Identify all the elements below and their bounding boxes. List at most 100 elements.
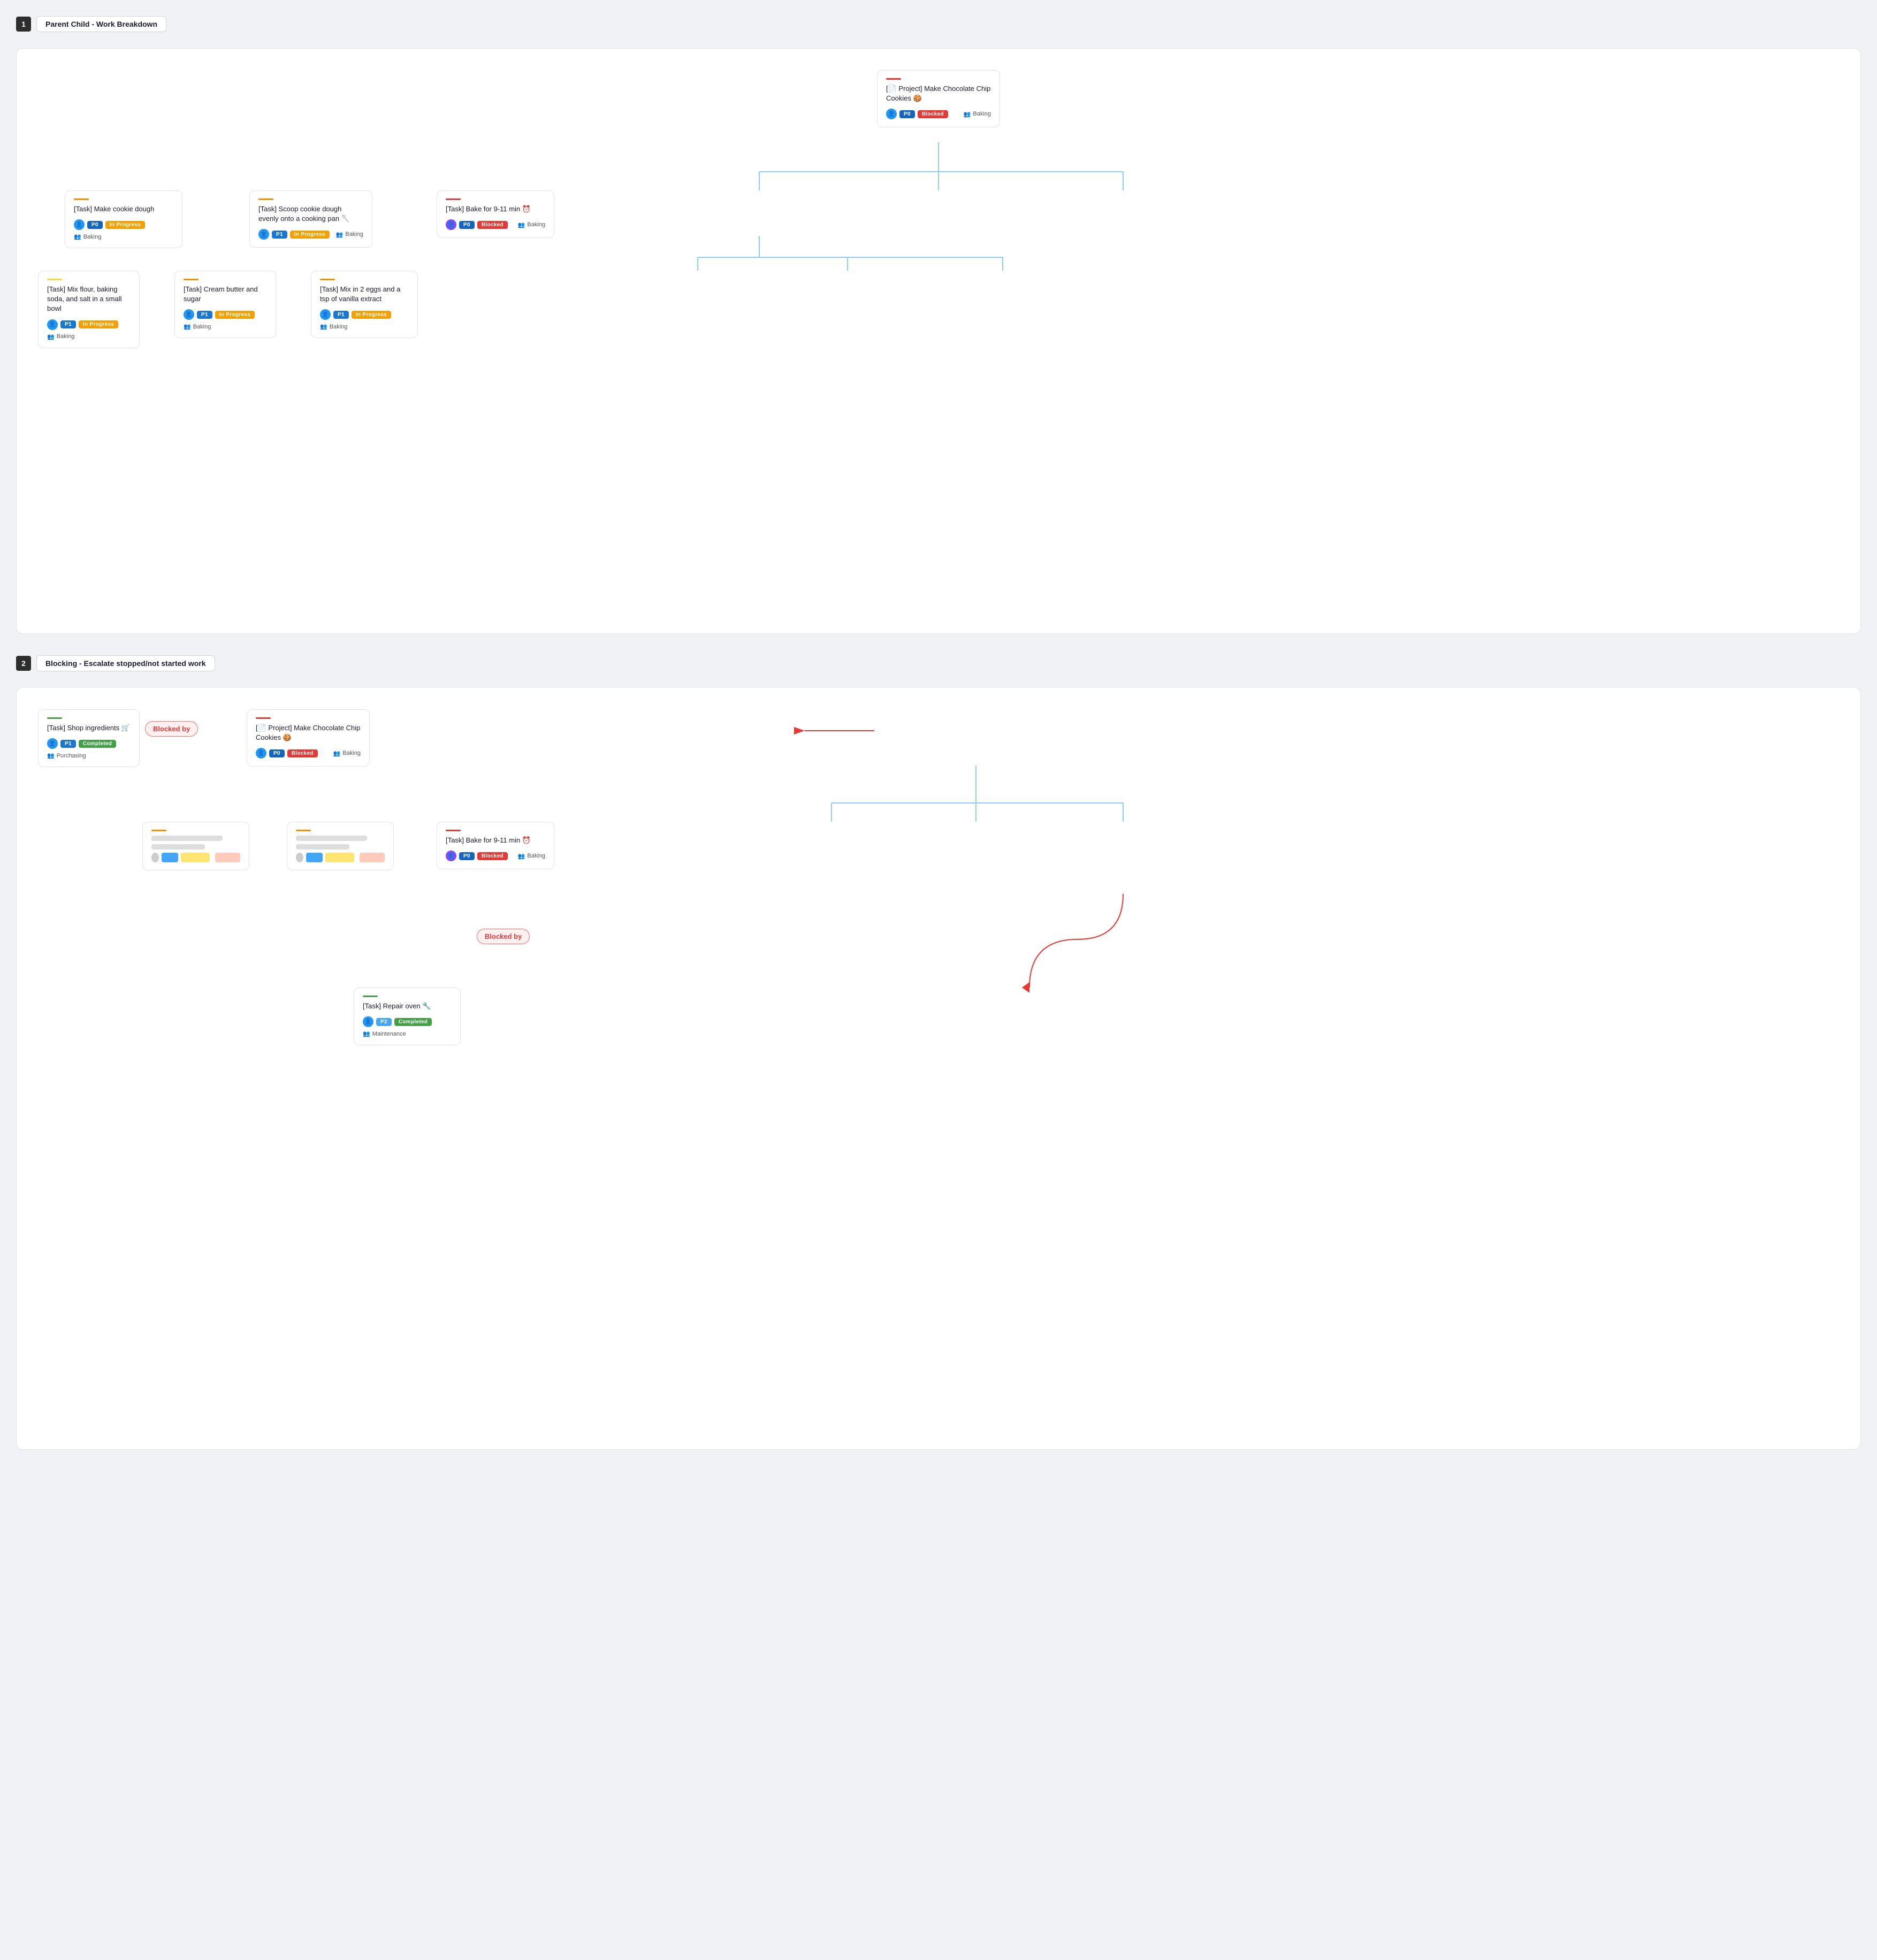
card-accent <box>151 830 166 831</box>
task-mix-eggs[interactable]: [Task] Mix in 2 eggs and a tsp of vanill… <box>311 271 418 338</box>
card-accent <box>184 279 199 280</box>
root-card[interactable]: [📄 Project] Make Chocolate Chip Cookies … <box>877 70 1000 127</box>
blurred-avatar <box>296 853 303 862</box>
avatar: 👤 <box>74 219 85 230</box>
team-icon: 👥 <box>518 853 525 860</box>
card-accent <box>296 830 311 831</box>
team-icon: 👥 <box>336 231 344 238</box>
card-footer: 👤 P1 In Progress 👥 Baking <box>320 309 409 330</box>
blurred-footer <box>296 853 385 862</box>
team-label: 👥 Maintenance <box>363 1030 406 1037</box>
team-icon: 👥 <box>47 333 55 340</box>
card-accent <box>258 198 273 200</box>
card-footer: 👤 P1 In Progress 👥 Baking <box>47 319 131 340</box>
blurred-card-center <box>287 822 394 870</box>
section-1-diagram: [📄 Project] Make Chocolate Chip Cookies … <box>16 48 1861 634</box>
status-badge: Completed <box>394 1018 432 1026</box>
task-scoop-cookie-dough[interactable]: [Task] Scoop cookie dough evenly onto a … <box>249 190 372 248</box>
priority-badge: P2 <box>376 1018 392 1026</box>
card-accent <box>47 717 62 719</box>
card-footer: 👤 P0 In Progress 👥 Baking <box>74 219 173 240</box>
blocked-by-label-1: Blocked by <box>145 721 198 737</box>
status-badge: Completed <box>79 740 116 748</box>
blurred-title-2 <box>151 844 205 849</box>
blocked-by-label-2: Blocked by <box>477 929 530 944</box>
section-1-number: 1 <box>16 17 31 32</box>
avatar: 👤 <box>256 748 266 759</box>
card-title: [Task] Bake for 9-11 min ⏰ <box>446 836 545 845</box>
blurred-badge-1 <box>306 853 323 862</box>
card-title: [Task] Mix flour, baking soda, and salt … <box>47 285 131 314</box>
avatar: 👤 <box>320 309 331 320</box>
avatar: 👤 <box>446 851 456 861</box>
priority-badge: P1 <box>60 320 76 328</box>
team-label: 👥 Baking <box>47 333 74 340</box>
card-footer: 👤 P0 Blocked 👥 Baking <box>886 109 991 119</box>
priority-badge: P0 <box>87 221 103 229</box>
section-1-title: Parent Child - Work Breakdown <box>36 16 166 32</box>
priority-badge: P0 <box>459 852 475 860</box>
section-2-header: 2 Blocking - Escalate stopped/not starte… <box>16 655 1861 671</box>
team-name: Baking <box>57 333 75 340</box>
section-1-header: 1 Parent Child - Work Breakdown <box>16 16 1861 32</box>
task-mix-flour[interactable]: [Task] Mix flour, baking soda, and salt … <box>38 271 140 348</box>
card-title: [Task] Repair oven 🔧 <box>363 1001 452 1011</box>
task-cream-butter[interactable]: [Task] Cream butter and sugar 👤 P1 In Pr… <box>174 271 276 338</box>
section-2-diagram: [Task] Shop ingredients 🛒 👤 P1 Completed… <box>16 687 1861 1450</box>
blurred-team <box>360 853 385 862</box>
card-title: [Task] Shop ingredients 🛒 <box>47 723 131 733</box>
card-accent <box>446 198 461 200</box>
team-icon: 👥 <box>333 750 341 757</box>
blurred-status <box>325 853 354 862</box>
status-badge: In Progress <box>352 311 391 319</box>
priority-badge: P1 <box>197 311 212 319</box>
team-name: Purchasing <box>57 753 86 759</box>
section-2-title: Blocking - Escalate stopped/not started … <box>36 655 215 671</box>
team-icon: 👥 <box>184 323 191 330</box>
blurred-avatar <box>151 853 159 862</box>
avatar: 👤 <box>47 319 58 330</box>
card-footer: 👤 P2 Completed 👥 Maintenance <box>363 1016 452 1037</box>
blurred-title <box>296 836 367 841</box>
team-label: 👥 Purchasing <box>47 752 86 759</box>
avatar: 👤 <box>363 1016 373 1027</box>
card-title: [📄 Project] Make Chocolate Chip Cookies … <box>886 84 991 103</box>
avatar: 👤 <box>886 109 897 119</box>
blurred-badge-1 <box>162 853 178 862</box>
status-badge: In Progress <box>215 311 255 319</box>
priority-badge: P0 <box>899 110 915 118</box>
card-accent <box>363 996 378 997</box>
task-repair-oven[interactable]: [Task] Repair oven 🔧 👤 P2 Completed 👥 Ma… <box>354 987 461 1045</box>
status-badge: In Progress <box>105 221 145 229</box>
task-shop-ingredients[interactable]: [Task] Shop ingredients 🛒 👤 P1 Completed… <box>38 709 140 767</box>
priority-badge: P1 <box>60 740 76 748</box>
avatar: 👤 <box>446 219 456 230</box>
status-badge: In Progress <box>290 231 330 239</box>
task-bake[interactable]: [Task] Bake for 9-11 min ⏰ 👤 P0 Blocked … <box>437 190 554 238</box>
team-name: Baking <box>83 234 102 240</box>
task-make-cookie-dough[interactable]: [Task] Make cookie dough 👤 P0 In Progres… <box>65 190 182 248</box>
section-2: 2 Blocking - Escalate stopped/not starte… <box>16 655 1861 1450</box>
project-card-s2[interactable]: [📄 Project] Make Chocolate Chip Cookies … <box>247 709 370 767</box>
card-footer: 👤 P0 Blocked 👥 Baking <box>446 219 545 230</box>
team-name: Baking <box>527 221 545 228</box>
team-name: Baking <box>330 324 348 330</box>
task-bake-s2[interactable]: [Task] Bake for 9-11 min ⏰ 👤 P0 Blocked … <box>437 822 554 869</box>
team-label: 👥 Baking <box>518 221 545 228</box>
team-name: Maintenance <box>372 1031 406 1037</box>
card-title: [📄 Project] Make Chocolate Chip Cookies … <box>256 723 361 742</box>
status-badge: Blocked <box>477 221 508 229</box>
card-footer: 👤 P1 In Progress 👥 Baking <box>258 229 363 240</box>
team-label: 👥 Baking <box>333 750 361 757</box>
card-footer: 👤 P0 Blocked 👥 Baking <box>446 851 545 861</box>
card-title: [Task] Make cookie dough <box>74 204 173 214</box>
priority-badge: P0 <box>459 221 475 229</box>
status-badge: Blocked <box>287 749 318 757</box>
card-title: [Task] Scoop cookie dough evenly onto a … <box>258 204 363 224</box>
card-footer: 👤 P1 Completed 👥 Purchasing <box>47 738 131 759</box>
team-name: Baking <box>527 853 545 859</box>
blurred-team <box>215 853 240 862</box>
status-badge: In Progress <box>79 320 118 328</box>
blurred-title <box>151 836 223 841</box>
blurred-card-left <box>142 822 249 870</box>
